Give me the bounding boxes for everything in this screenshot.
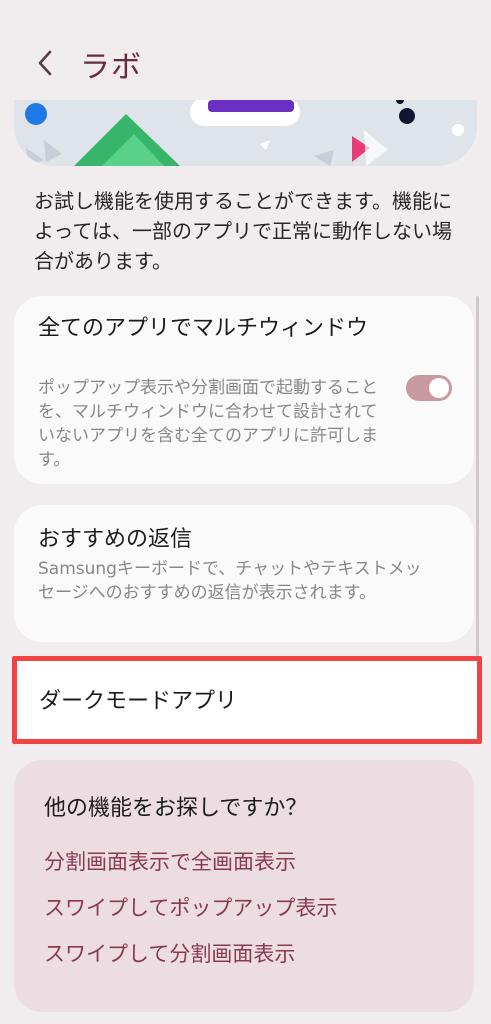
suggested-replies-title: おすすめの返信 — [38, 527, 193, 552]
suggested-replies-description: Samsungキーボードで、チャットやテキストメッセージへのおすすめの返信が表示… — [38, 559, 422, 603]
chevron-left-icon — [38, 50, 52, 76]
link-swipe-popup[interactable]: スワイプしてポップアップ表示 — [44, 892, 337, 922]
toggle-knob — [429, 378, 449, 398]
scrollbar[interactable] — [476, 296, 479, 656]
suggested-replies-setting[interactable]: おすすめの返信 Samsungキーボードで、チャットやテキストメッセージへのおす… — [14, 505, 474, 642]
lab-banner-illustration — [14, 100, 477, 166]
intro-text: お試し機能を使用することができます。機能によっては、一部のアプリで正常に動作しな… — [34, 189, 452, 273]
page-title: ラボ — [80, 50, 142, 85]
multi-window-description: ポップアップ表示や分割画面で起動することを、マルチウィンドウに合わせて設計されて… — [38, 378, 378, 470]
dark-mode-apps-label: ダークモードアプリ — [39, 689, 238, 714]
dark-mode-apps-item[interactable]: ダークモードアプリ — [12, 656, 482, 744]
back-button[interactable] — [30, 44, 64, 82]
more-features-title: 他の機能をお探しですか？ — [44, 796, 308, 821]
top-app-bar: ラボ — [0, 0, 491, 100]
link-split-screen-full-screen[interactable]: 分割画面表示で全画面表示 — [44, 846, 296, 876]
link-swipe-split-screen[interactable]: スワイプして分割画面表示 — [44, 938, 295, 968]
multi-window-title: 全てのアプリでマルチウィンドウ — [38, 316, 369, 341]
multi-window-setting[interactable]: 全てのアプリでマルチウィンドウ ポップアップ表示や分割画面で起動することを、マル… — [14, 296, 474, 484]
more-features-card: 他の機能をお探しですか？ 分割画面表示で全画面表示 スワイプしてポップアップ表示… — [14, 760, 474, 1012]
multi-window-toggle[interactable] — [406, 375, 452, 401]
